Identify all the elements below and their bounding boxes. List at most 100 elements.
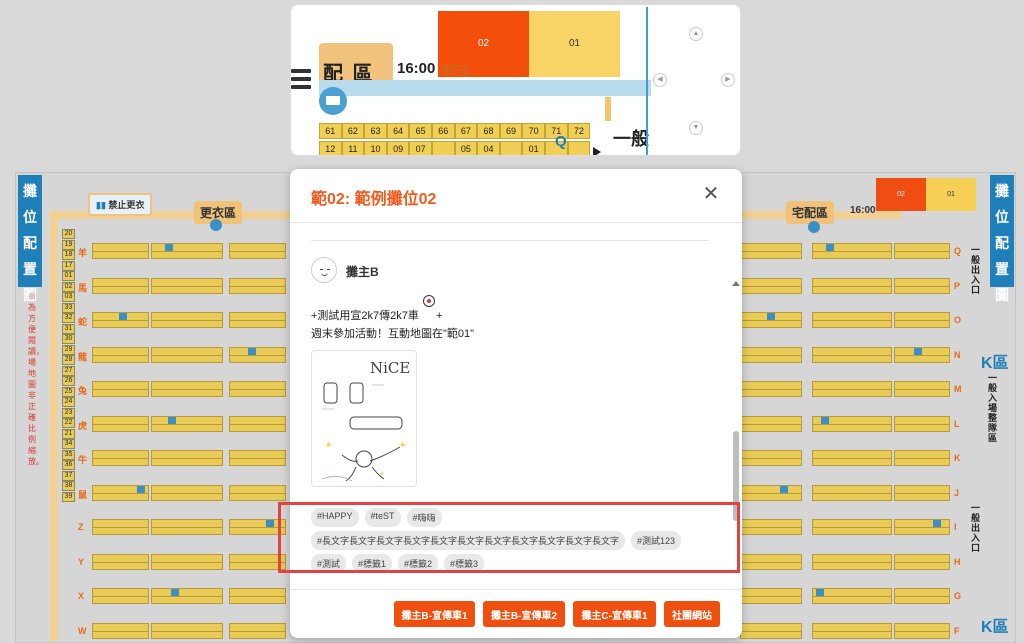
mini-map-stall-cell[interactable]: 63	[364, 123, 387, 139]
stall-highlight[interactable]	[821, 416, 829, 424]
stall-row[interactable]	[92, 484, 149, 501]
stall-row[interactable]	[229, 381, 286, 397]
stall-row[interactable]	[740, 484, 802, 501]
stall-row[interactable]	[92, 519, 149, 535]
stall-row[interactable]	[812, 346, 892, 363]
stall-row[interactable]	[812, 415, 892, 432]
modal-scrollbar[interactable]	[732, 281, 740, 588]
stall-highlight[interactable]	[933, 520, 941, 527]
tag-chip[interactable]: #標籤2	[398, 554, 439, 573]
mini-map-stall-cell[interactable]: 70	[522, 123, 545, 139]
stall-row[interactable]	[894, 450, 950, 466]
stall-row[interactable]	[229, 450, 286, 466]
stall-row[interactable]	[151, 243, 223, 259]
stall-highlight[interactable]	[137, 485, 145, 493]
stall-row[interactable]	[740, 450, 802, 466]
stall-row[interactable]	[740, 622, 802, 639]
stall-row[interactable]	[812, 450, 892, 466]
stall-row[interactable]	[151, 346, 223, 363]
promo-car-button-2[interactable]: 攤主B-宣傳車2	[483, 601, 565, 627]
mini-map-stall-cell[interactable]: 09	[386, 141, 410, 155]
stall-row[interactable]	[812, 381, 892, 397]
mini-map-stall-cell[interactable]: 69	[499, 123, 523, 139]
stall-row[interactable]	[92, 622, 149, 639]
mini-map-stall-cell[interactable]: 12	[319, 141, 342, 155]
mini-map-viewport[interactable]: 配 區 02 01 16:00 開放 61 62 63 64 65 66 67 68 69 70 7…	[291, 5, 651, 155]
mini-map-stall-cell[interactable]: 10	[364, 141, 387, 155]
pan-right-button[interactable]: ▶	[721, 73, 735, 87]
tag-chip[interactable]: #標籤3	[444, 554, 485, 573]
mini-map-stall-cell[interactable]: 64	[386, 123, 410, 139]
pan-left-button[interactable]: ◀	[653, 73, 667, 87]
scroll-up-arrow-icon[interactable]	[732, 281, 740, 286]
stall-row[interactable]	[812, 519, 892, 535]
stall-highlight[interactable]	[168, 416, 176, 424]
stall-row[interactable]	[92, 243, 149, 259]
stall-row[interactable]	[740, 553, 802, 570]
stall-row[interactable]	[740, 243, 802, 259]
stall-row[interactable]	[894, 415, 950, 432]
mini-map[interactable]: 配 區 02 01 16:00 開放 61 62 63 64 65 66 67 68 69 70 7…	[290, 4, 741, 156]
mini-map-row-top[interactable]: 61 62 63 64 65 66 67 68 69 70 71 72	[319, 123, 591, 139]
stall-row[interactable]	[812, 312, 892, 328]
stall-row[interactable]	[229, 622, 286, 639]
stall-row[interactable]	[92, 381, 149, 397]
mini-map-stall-cell[interactable]	[431, 141, 455, 155]
mini-map-stall-cell[interactable]	[567, 141, 591, 155]
stall-row[interactable]	[229, 553, 286, 570]
tag-chip[interactable]: #標籤1	[352, 554, 393, 573]
stall-row[interactable]	[894, 484, 950, 501]
stall-row[interactable]	[151, 450, 223, 466]
stall-row[interactable]	[740, 346, 802, 363]
stall-row[interactable]	[229, 277, 286, 294]
menu-icon[interactable]	[291, 69, 311, 95]
stall-row[interactable]	[894, 622, 950, 639]
tag-chip[interactable]: #測試123	[631, 531, 682, 550]
stall-highlight[interactable]	[816, 589, 824, 596]
stall-row[interactable]	[740, 415, 802, 432]
stall-row[interactable]	[92, 450, 149, 466]
stall-row[interactable]	[812, 484, 892, 501]
stall-row[interactable]	[894, 312, 950, 328]
stall-row[interactable]	[229, 484, 286, 501]
stall-row[interactable]	[740, 588, 802, 604]
stall-highlight[interactable]	[914, 347, 922, 355]
stall-highlight[interactable]	[266, 520, 274, 527]
tag-chip[interactable]: #teST	[364, 508, 401, 527]
stall-row[interactable]	[740, 519, 802, 535]
mini-map-row-bottom[interactable]: 12 11 10 09 07 05 04 01	[319, 141, 591, 155]
stall-row[interactable]	[229, 312, 286, 328]
mini-map-stall-cell[interactable]: 01	[522, 141, 545, 155]
stall-row[interactable]	[229, 519, 286, 535]
mini-map-stall-01[interactable]: 01	[529, 11, 620, 77]
tag-chip[interactable]: #長文字長文字長文字長文字長文字長文字長文字長文字長文字長文字長文字	[311, 531, 626, 550]
stall-row[interactable]	[740, 277, 802, 294]
stall-row[interactable]	[812, 277, 892, 294]
stall-row[interactable]	[92, 277, 149, 294]
mini-map-stall-cell[interactable]: 61	[319, 123, 342, 139]
stall-row[interactable]	[894, 277, 950, 294]
map-stall-01[interactable]: 01	[926, 178, 976, 211]
mini-map-stall-cell[interactable]: 66	[431, 123, 455, 139]
stall-row[interactable]	[151, 312, 223, 328]
pan-down-button[interactable]: ▼	[689, 121, 703, 135]
stall-highlight[interactable]	[171, 589, 179, 596]
stall-row[interactable]	[151, 553, 223, 570]
stall-row[interactable]	[894, 519, 950, 535]
stall-row[interactable]	[894, 243, 950, 259]
stall-row[interactable]	[151, 622, 223, 639]
stall-highlight[interactable]	[767, 313, 775, 320]
stall-row[interactable]	[229, 415, 286, 432]
stall-row[interactable]	[894, 381, 950, 397]
stall-row[interactable]	[740, 381, 802, 397]
mini-map-stall-cell[interactable]: 62	[341, 123, 365, 139]
stall-row[interactable]	[812, 588, 892, 604]
tag-chip[interactable]: #HAPPY	[311, 508, 359, 527]
stall-highlight[interactable]	[780, 485, 788, 493]
close-button[interactable]: ✕	[702, 184, 720, 204]
stall-row[interactable]	[151, 415, 223, 432]
pan-up-button[interactable]: ▲	[689, 27, 703, 41]
mini-map-stall-cell[interactable]: 67	[454, 123, 478, 139]
stall-row[interactable]	[151, 519, 223, 535]
mini-map-stall-cell[interactable]: 11	[341, 141, 365, 155]
